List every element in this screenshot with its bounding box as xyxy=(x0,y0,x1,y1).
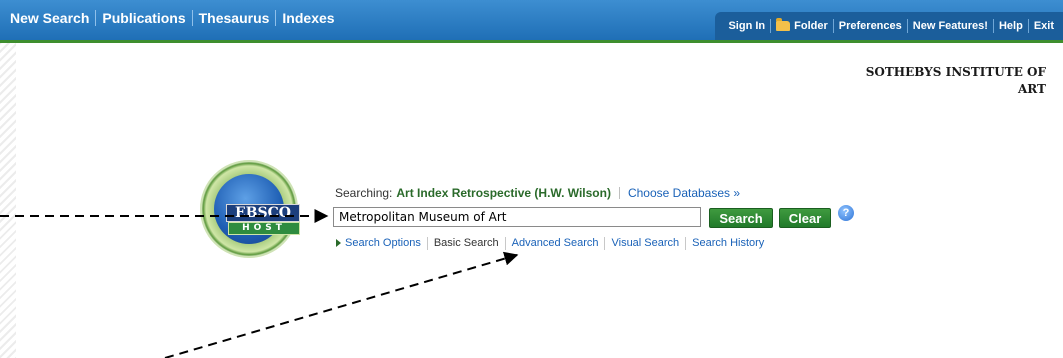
folder-label: Folder xyxy=(794,20,828,32)
visual-search-link[interactable]: Visual Search xyxy=(604,237,685,250)
logo-wordmark: EBSCO xyxy=(226,204,300,222)
search-options-link[interactable]: Search Options xyxy=(336,237,427,250)
nav-publications[interactable]: Publications xyxy=(95,10,191,26)
institution-line-1: SOTHEBYS INSTITUTE OF xyxy=(865,65,1046,79)
help-icon[interactable]: ? xyxy=(838,205,854,221)
folder-link[interactable]: Folder xyxy=(770,18,833,33)
folder-icon xyxy=(776,18,791,31)
expand-triangle-icon xyxy=(336,239,341,248)
search-button[interactable]: Search xyxy=(709,208,773,228)
nav-indexes[interactable]: Indexes xyxy=(275,10,340,26)
search-links: Search Options Basic Search Advanced Sea… xyxy=(336,237,770,250)
preferences-link[interactable]: Preferences xyxy=(832,19,907,33)
page-background-texture xyxy=(0,42,16,358)
top-navigation-bar: New Search Publications Thesaurus Indexe… xyxy=(0,0,1063,43)
logo-host-band: HOST xyxy=(228,222,300,235)
annotation-arrows xyxy=(0,209,519,358)
search-input[interactable] xyxy=(333,207,701,227)
utility-nav: Sign In Folder Preferences New Features!… xyxy=(715,12,1063,40)
search-history-link[interactable]: Search History xyxy=(685,237,770,250)
institution-name: SOTHEBYS INSTITUTE OF ART xyxy=(846,64,1046,98)
institution-line-2: ART xyxy=(1017,82,1046,96)
search-options-label: Search Options xyxy=(345,237,421,249)
choose-databases-link[interactable]: Choose Databases » xyxy=(628,186,740,200)
nav-thesaurus[interactable]: Thesaurus xyxy=(191,10,276,26)
searching-line: Searching: Art Index Retrospective (H.W.… xyxy=(335,186,740,200)
new-features-link[interactable]: New Features! xyxy=(906,19,993,33)
exit-link[interactable]: Exit xyxy=(1027,19,1059,33)
primary-nav: New Search Publications Thesaurus Indexe… xyxy=(10,10,341,26)
nav-new-search[interactable]: New Search xyxy=(10,10,95,26)
help-link[interactable]: Help xyxy=(992,19,1028,33)
clear-button[interactable]: Clear xyxy=(779,208,831,228)
basic-search-link[interactable]: Basic Search xyxy=(426,237,505,250)
searching-label: Searching: xyxy=(335,186,393,200)
annotation-arrow-to-advanced-search xyxy=(164,251,519,358)
ebsco-host-logo: EBSCO HOST xyxy=(200,160,300,258)
database-name: Art Index Retrospective (H.W. Wilson) xyxy=(396,186,611,200)
sign-in-link[interactable]: Sign In xyxy=(723,19,770,33)
divider xyxy=(618,187,620,199)
advanced-search-link[interactable]: Advanced Search xyxy=(504,237,605,250)
